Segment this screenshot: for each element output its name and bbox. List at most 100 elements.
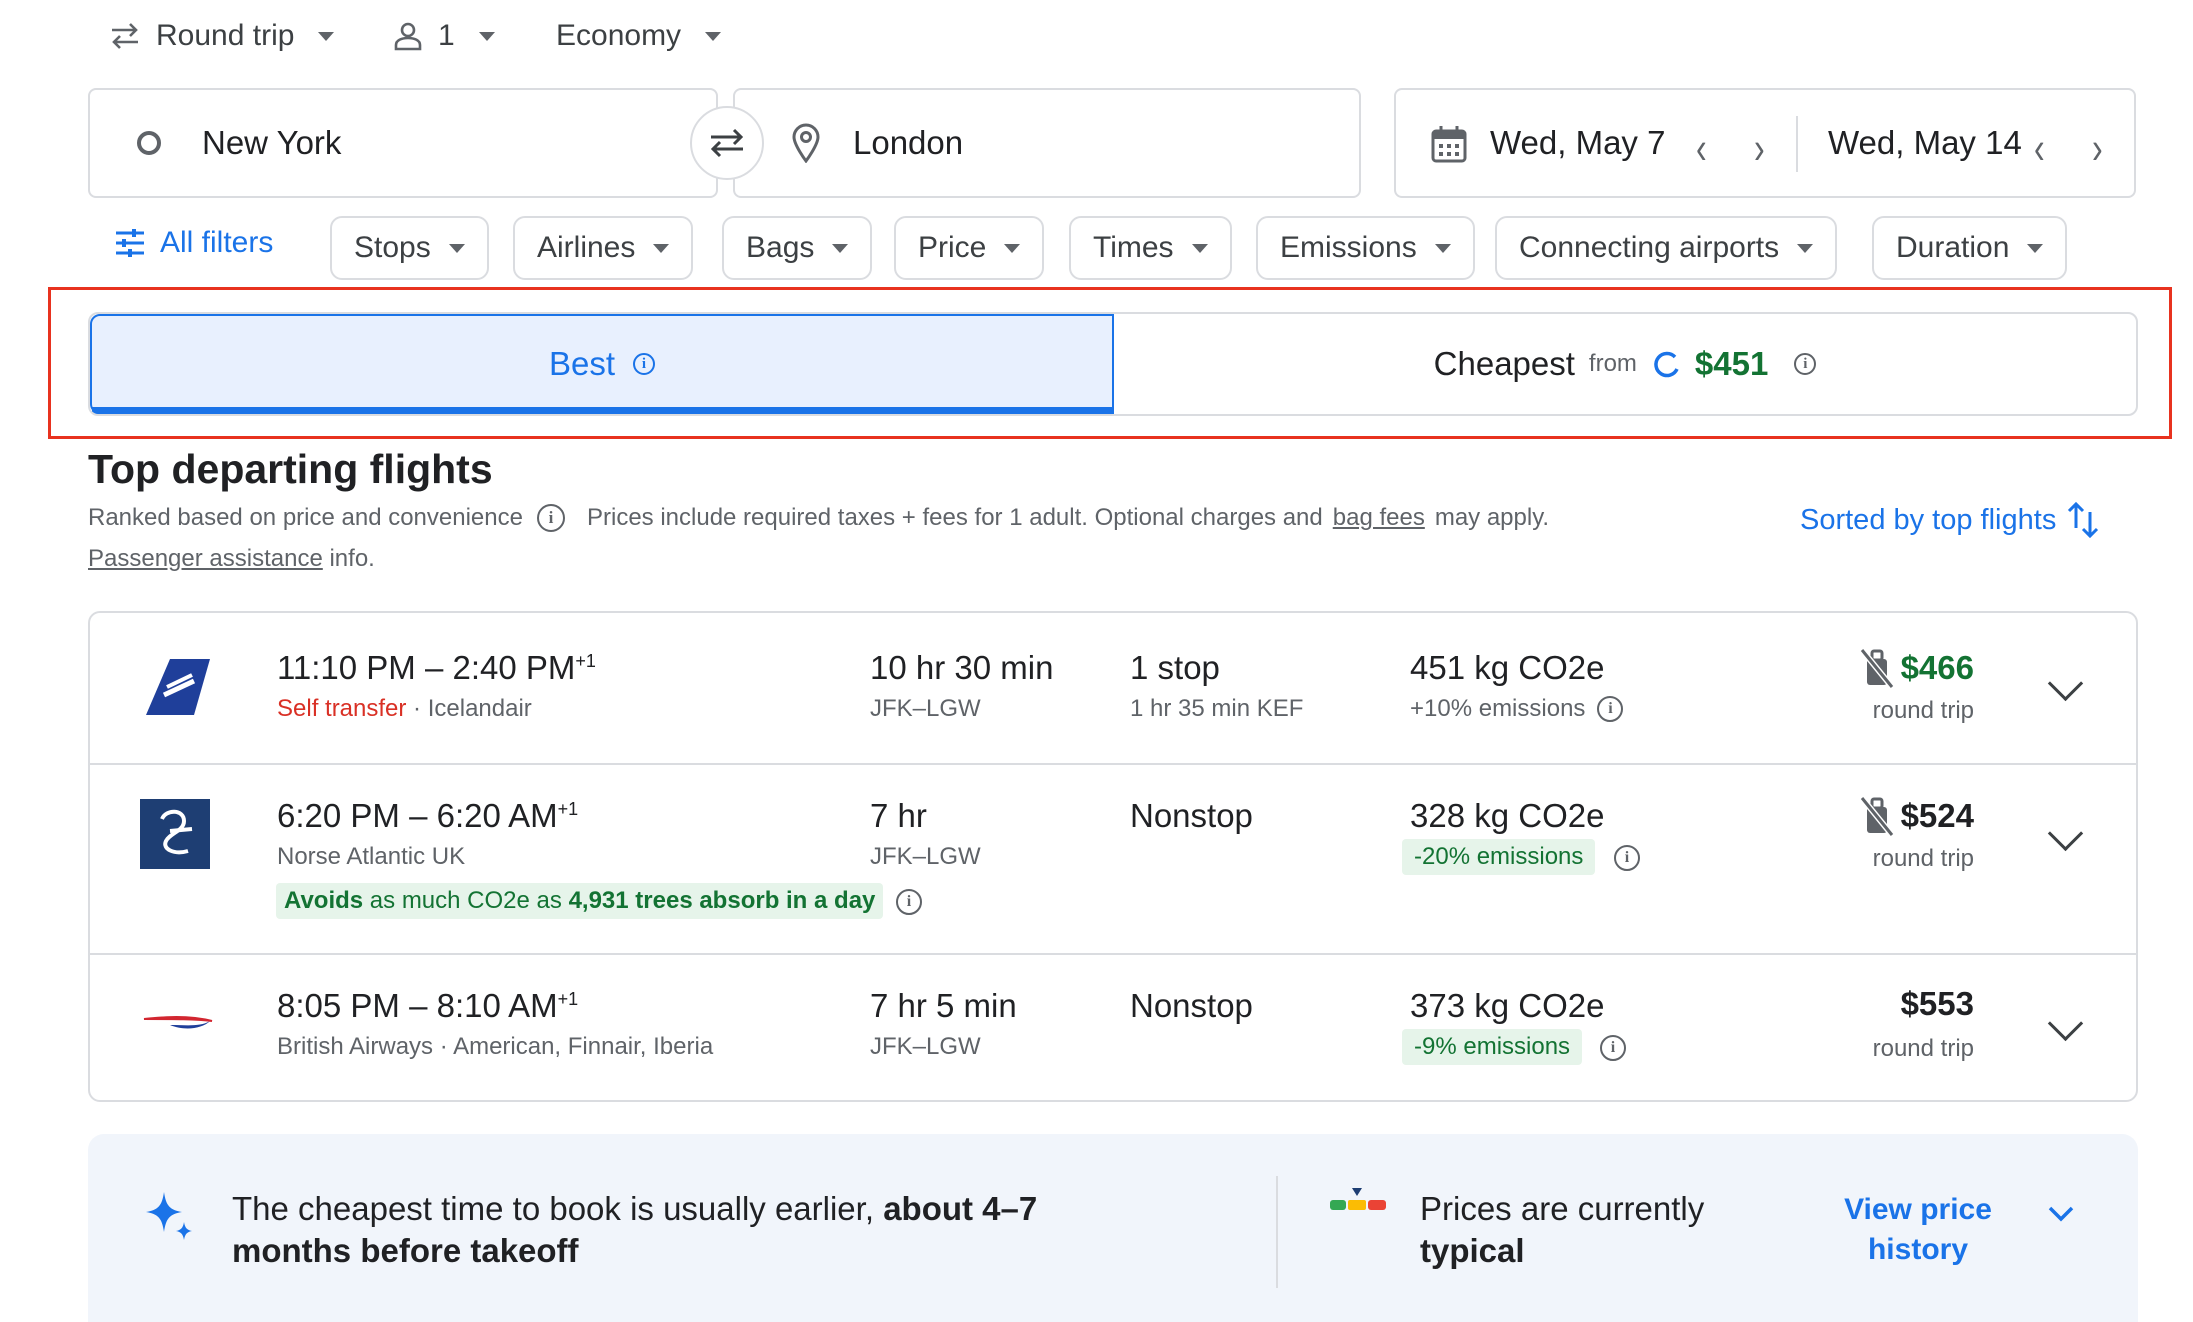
info-icon[interactable]: i — [1614, 845, 1640, 871]
airline-name: Norse Atlantic UK — [277, 843, 466, 870]
destination-field[interactable]: London — [733, 88, 1361, 198]
location-pin-icon — [792, 123, 820, 163]
depart-next-icon[interactable]: › — [1754, 123, 1765, 175]
round-trip-label: round trip — [1872, 845, 1974, 872]
cheapest-price: $451 — [1694, 345, 1769, 382]
flight-price: $466 — [1859, 647, 1974, 689]
chevron-down-icon — [1434, 243, 1451, 253]
cabin-class-label: Economy — [556, 19, 682, 52]
round-trip-label: round trip — [1872, 697, 1974, 724]
flight-row[interactable]: 11:10 PM – 2:40 PM+1 Self transfer · Ice… — [90, 613, 2136, 763]
origin-field[interactable]: New York — [88, 88, 718, 198]
chip-label: Bags — [746, 231, 815, 264]
flight-stops: Nonstop — [1130, 797, 1253, 834]
flight-row[interactable]: 6:20 PM – 6:20 AM+1 Norse Atlantic UK Av… — [90, 763, 2136, 953]
chevron-down-icon — [653, 243, 670, 253]
emissions-badge: -9% emissions — [1402, 1029, 1583, 1065]
price-value: $466 — [1900, 649, 1974, 686]
tab-best[interactable]: Best i — [90, 314, 1114, 414]
chip-label: Connecting airports — [1519, 231, 1780, 264]
info-icon[interactable]: i — [1794, 353, 1817, 375]
return-date[interactable]: Wed, May 14 — [1828, 124, 2022, 162]
flight-duration: 7 hr — [870, 797, 927, 834]
date-field[interactable]: Wed, May 7 ‹ › Wed, May 14 ‹ › — [1394, 88, 2136, 198]
person-icon — [394, 22, 422, 51]
booking-tip: The cheapest time to book is usually ear… — [232, 1190, 1038, 1269]
passengers-count: 1 — [438, 19, 455, 52]
bag-fees-link[interactable]: bag fees — [1333, 504, 1425, 532]
flight-route: JFK–LGW — [870, 695, 981, 722]
depart-date[interactable]: Wed, May 7 — [1490, 124, 1665, 162]
results-list: 11:10 PM – 2:40 PM+1 Self transfer · Ice… — [88, 611, 2138, 1102]
airline-name: British Airways — [277, 1033, 434, 1060]
co2-amount: 451 kg CO2e — [1410, 649, 1605, 686]
icelandair-logo — [146, 659, 210, 715]
depart-prev-icon[interactable]: ‹ — [1696, 123, 1707, 175]
info-icon[interactable]: i — [896, 889, 922, 915]
calendar-icon — [1431, 126, 1467, 163]
chip-label: Times — [1093, 231, 1174, 264]
price-status: Prices are currently typical — [1420, 1190, 1705, 1269]
filter-chip-connecting-airports[interactable]: Connecting airports — [1495, 216, 1838, 280]
expand-chevron-icon[interactable] — [2047, 665, 2084, 702]
tab-best-label: Best — [548, 345, 616, 382]
norse-atlantic-logo — [140, 799, 210, 869]
trip-type-label: Round trip — [156, 19, 295, 52]
return-prev-icon[interactable]: ‹ — [2034, 123, 2045, 175]
prices-note: Prices include required taxes + fees for… — [586, 504, 1323, 531]
flight-row[interactable]: 8:05 PM – 8:10 AM+1 British Airways · Am… — [90, 953, 2136, 1102]
active-tab-indicator — [92, 407, 1112, 414]
info-text: info. — [329, 545, 375, 572]
chip-label: Airlines — [537, 231, 636, 264]
self-transfer-label: Self transfer — [277, 695, 407, 722]
all-filters-button[interactable]: All filters — [114, 226, 273, 260]
info-icon[interactable]: i — [536, 504, 565, 532]
filter-chip-price[interactable]: Price — [894, 216, 1045, 280]
flight-route: JFK–LGW — [870, 1033, 981, 1060]
chevron-down-icon — [1004, 243, 1021, 253]
flight-duration: 10 hr 30 min — [870, 649, 1054, 686]
swap-icon — [710, 128, 744, 158]
swap-arrows-icon — [112, 23, 138, 49]
from-label: from — [1588, 350, 1637, 377]
sorted-by-label: Sorted by top flights — [1800, 503, 2057, 536]
co2-amount: 373 kg CO2e — [1410, 987, 1605, 1024]
trip-type-select[interactable]: Round trip — [108, 14, 335, 58]
no-carry-on-bag-icon — [1859, 648, 1894, 689]
return-next-icon[interactable]: › — [2092, 123, 2103, 175]
origin-value: New York — [202, 124, 342, 161]
flight-times: 8:05 PM – 8:10 AM+1 — [277, 987, 579, 1024]
cabin-class-select[interactable]: Economy — [556, 14, 722, 58]
filter-chip-duration[interactable]: Duration — [1872, 216, 2068, 280]
airline-line: Self transfer · Icelandair — [277, 695, 532, 722]
flight-stops: 1 stop — [1130, 649, 1220, 686]
airline-line: British Airways · American, Finnair, Ibe… — [277, 1033, 714, 1060]
info-icon[interactable]: i — [1600, 1035, 1626, 1061]
passengers-select[interactable]: 1 — [392, 14, 495, 58]
info-icon[interactable]: i — [633, 353, 656, 375]
filter-chip-stops[interactable]: Stops — [330, 216, 489, 280]
info-icon[interactable]: i — [1597, 696, 1624, 722]
british-airways-logo — [143, 1016, 213, 1029]
price-insight-card: The cheapest time to book is usually ear… — [88, 1134, 2138, 1322]
filter-sliders-icon — [116, 229, 144, 257]
view-price-history-link[interactable]: View price history — [1828, 1190, 2008, 1270]
sort-button[interactable]: Sorted by top flights — [1800, 500, 2100, 540]
chevron-down-icon — [832, 243, 849, 253]
chevron-down-icon[interactable] — [2046, 1204, 2076, 1224]
tab-cheapest[interactable]: Cheapest from $451 i — [1114, 314, 2136, 414]
filter-chip-emissions[interactable]: Emissions — [1256, 216, 1475, 280]
swap-locations-button[interactable] — [690, 106, 764, 180]
flight-duration: 7 hr 5 min — [870, 987, 1017, 1024]
chevron-down-icon — [1797, 243, 1814, 253]
passenger-assistance-link[interactable]: Passenger assistance — [88, 545, 323, 572]
all-filters-label: All filters — [160, 226, 274, 259]
flight-route: JFK–LGW — [870, 843, 981, 870]
destination-value: London — [853, 124, 964, 161]
filter-chip-airlines[interactable]: Airlines — [513, 216, 694, 280]
filter-chip-bags[interactable]: Bags — [722, 216, 873, 280]
expand-chevron-icon[interactable] — [2047, 815, 2084, 852]
origin-circle-icon — [137, 131, 161, 155]
expand-chevron-icon[interactable] — [2047, 1005, 2084, 1042]
filter-chip-times[interactable]: Times — [1069, 216, 1232, 280]
